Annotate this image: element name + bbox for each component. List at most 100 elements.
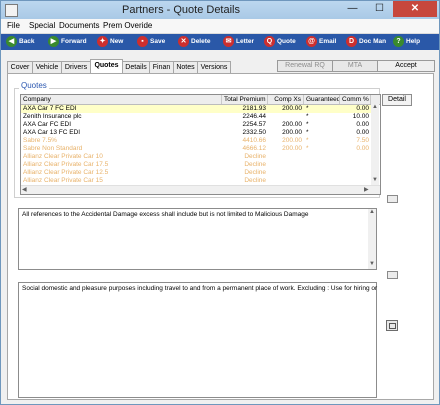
tab-quotes[interactable]: Quotes xyxy=(90,59,123,73)
minimize-button[interactable]: — xyxy=(339,1,366,17)
close-button[interactable]: ✕ xyxy=(393,1,437,17)
cell-company: AXA Car FC EDI xyxy=(23,121,72,128)
table-row[interactable]: Zenith Insurance plc 2246.44 * 10.00 xyxy=(21,113,371,121)
accept-button[interactable]: Accept xyxy=(377,60,435,72)
cell-company: AXA Car 7 FC EDI xyxy=(23,105,77,112)
table-row[interactable]: Allianz Clear Private Car 10 Decline xyxy=(21,153,371,161)
tab-vehicle[interactable]: Vehicle xyxy=(32,61,62,73)
header-comm[interactable]: Comm % xyxy=(340,95,371,104)
cell-guaranteed: * xyxy=(306,105,309,112)
tab-cover[interactable]: Cover xyxy=(7,61,33,73)
cell-guaranteed: * xyxy=(306,145,309,152)
maximize-button[interactable]: ☐ xyxy=(366,1,393,17)
forward-label: Forward xyxy=(61,38,87,45)
cell-company: Allianz Clear Private Car 17.5 xyxy=(23,161,109,168)
menu-file[interactable]: File xyxy=(7,21,20,30)
menu-special[interactable]: Special xyxy=(29,21,55,30)
menu-documents[interactable]: Documents xyxy=(59,21,99,30)
excess-notes-text: All references to the Accidental Damage … xyxy=(22,211,309,218)
cell-comm: 7.50 xyxy=(356,137,369,144)
cell-company: Sabre 7.5% xyxy=(23,137,57,144)
forward-icon: ▶ xyxy=(48,35,59,47)
renewal-rq-button[interactable]: Renewal RQ xyxy=(277,60,333,72)
menu-bar: File Special Documents Prem Overide xyxy=(1,19,439,34)
cell-guaranteed xyxy=(304,153,340,161)
mta-button[interactable]: MTA xyxy=(332,60,378,72)
tab-versions[interactable]: Versions xyxy=(197,61,231,73)
table-row[interactable]: AXA Car FC EDI 2254.57 200.00 * 0.00 xyxy=(21,121,371,129)
excess-notes-button[interactable] xyxy=(387,271,398,279)
table-row[interactable]: AXA Car 7 FC EDI 2181.93 200.00 * 0.00 xyxy=(21,105,371,113)
excess-notes-scrollbar[interactable]: ▲ ▼ xyxy=(368,209,376,269)
tab-details[interactable]: Details xyxy=(122,61,150,73)
back-label: Back xyxy=(19,38,35,45)
cell-comp-xs xyxy=(268,169,304,177)
cell-guaranteed: * xyxy=(306,121,309,128)
doc-man-button[interactable]: D Doc Man xyxy=(346,35,386,49)
table-row[interactable]: Allianz Clear Private Car 12.5 Decline xyxy=(21,169,371,177)
cell-comp-xs xyxy=(268,113,304,121)
detail-button[interactable]: Detail xyxy=(382,94,412,106)
table-row[interactable]: Allianz Clear Private Car 17.5 Decline xyxy=(21,161,371,169)
table-row[interactable]: AXA Car 13 FC EDI 2332.50 200.00 * 0.00 xyxy=(21,129,371,137)
scroll-down-icon[interactable]: ▼ xyxy=(369,261,375,267)
grid-horizontal-scrollbar[interactable]: ◀ ▶ xyxy=(21,185,380,194)
letter-button[interactable]: ✉ Letter xyxy=(223,35,254,49)
scroll-up-icon[interactable]: ▲ xyxy=(369,209,375,215)
cell-comm: 0.00 xyxy=(356,105,369,112)
quote-button[interactable]: Q Quote xyxy=(264,35,296,49)
cell-comp-xs xyxy=(268,161,304,169)
scroll-down-icon[interactable]: ▼ xyxy=(372,177,378,183)
delete-button[interactable]: ✕ Delete xyxy=(178,35,211,49)
header-guaranteed[interactable]: Guaranteed xyxy=(304,95,340,104)
header-total-premium[interactable]: Total Premium xyxy=(222,95,268,104)
tab-notes[interactable]: Notes xyxy=(173,61,198,73)
table-row[interactable]: Allianz Clear Private Car 15 Decline xyxy=(21,177,371,185)
grid-vertical-scrollbar[interactable]: ▲ ▼ xyxy=(371,104,379,185)
header-comp-xs[interactable]: Comp Xs xyxy=(268,95,304,104)
scroll-up-icon[interactable]: ▲ xyxy=(372,104,378,110)
quotes-grid: Company Total Premium Comp Xs Guaranteed… xyxy=(20,94,381,195)
title-bar[interactable]: Partners - Quote Details — ☐ ✕ xyxy=(1,1,439,19)
scroll-left-icon[interactable]: ◀ xyxy=(22,186,27,193)
toolbar: ◀ Back ▶ Forward ✦ New ▪ Save ✕ Delete ✉ Lette… xyxy=(1,34,439,50)
cell-total-premium: 2181.93 xyxy=(242,105,267,112)
forward-button[interactable]: ▶ Forward xyxy=(48,35,87,49)
quotes-extra-button[interactable] xyxy=(387,195,398,203)
cell-guaranteed xyxy=(304,169,340,177)
cell-comp-xs: 200.00 xyxy=(282,129,302,136)
cell-company: Allianz Clear Private Car 15 xyxy=(23,177,103,184)
back-button[interactable]: ◀ Back xyxy=(6,35,35,49)
doc-man-icon: D xyxy=(346,35,357,47)
cell-comm xyxy=(340,177,371,185)
delete-icon: ✕ xyxy=(178,35,189,47)
save-button[interactable]: ▪ Save xyxy=(137,35,165,49)
new-button[interactable]: ✦ New xyxy=(97,35,123,49)
cell-comp-xs: 200.00 xyxy=(282,121,302,128)
cell-comp-xs: 200.00 xyxy=(282,145,302,152)
cell-total-premium: 2254.57 xyxy=(242,121,267,128)
cell-comp-xs: 200.00 xyxy=(282,137,302,144)
email-button[interactable]: @ Email xyxy=(306,35,336,49)
excess-notes-textbox[interactable]: All references to the Accidental Damage … xyxy=(18,208,377,270)
scroll-right-icon[interactable]: ▶ xyxy=(364,186,369,193)
table-row[interactable]: Sabre Non Standard 4666.12 200.00 * 0.00 xyxy=(21,145,371,153)
menu-prem-overide[interactable]: Prem Overide xyxy=(103,21,152,30)
email-label: Email xyxy=(319,38,337,45)
cell-total-premium: 4410.66 xyxy=(242,137,267,144)
header-company[interactable]: Company xyxy=(21,95,222,104)
help-button[interactable]: ? Help xyxy=(393,35,420,49)
cell-guaranteed xyxy=(304,161,340,169)
edit-icon[interactable] xyxy=(386,320,398,331)
usage-notes-textbox[interactable]: Social domestic and pleasure purposes in… xyxy=(18,282,377,398)
cell-total-premium: Decline xyxy=(244,177,266,184)
cell-comm xyxy=(340,153,371,161)
tab-drivers[interactable]: Drivers xyxy=(61,61,91,73)
cell-total-premium: 2246.44 xyxy=(242,113,267,120)
table-row[interactable]: Sabre 7.5% 4410.66 200.00 * 7.50 xyxy=(21,137,371,145)
new-label: New xyxy=(110,38,124,45)
quote-details-window: Partners - Quote Details — ☐ ✕ File Spec… xyxy=(0,0,440,405)
help-label: Help xyxy=(406,38,421,45)
cell-total-premium: Decline xyxy=(244,153,266,160)
tab-finan[interactable]: Finan xyxy=(149,61,174,73)
